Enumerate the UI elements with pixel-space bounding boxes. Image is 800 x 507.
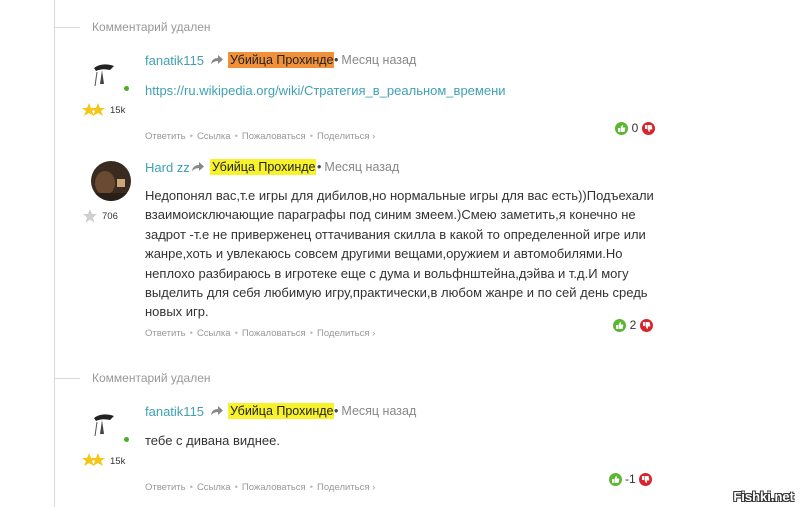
thumbs-up-icon — [612, 475, 620, 483]
thumbs-down-icon — [643, 321, 651, 329]
vote-widget: -1 — [609, 472, 652, 486]
thumbs-up-icon — [616, 321, 624, 329]
author-name[interactable]: Hard zz — [145, 160, 190, 175]
comment-line: взаимоисключающие параграфы под синим зм… — [145, 207, 636, 223]
link-button[interactable]: Ссылка — [197, 482, 231, 493]
thumbs-down-icon — [641, 475, 649, 483]
comment-link[interactable]: https://ru.wikipedia.org/wiki/Стратегия_… — [145, 83, 506, 98]
share-button[interactable]: Поделиться › — [317, 131, 375, 142]
rank-star-icon — [83, 209, 97, 223]
thumbs-down-icon — [645, 124, 653, 132]
comment-actions: Ответить • Ссылка • Пожаловаться • Поделиться … — [145, 482, 376, 493]
comment-body: тебе с дивана виднее. — [145, 433, 281, 448]
avatar[interactable] — [88, 58, 120, 90]
upvote-button[interactable] — [609, 472, 622, 486]
rank-stars-icon — [82, 453, 105, 466]
comment-time: • Месяц назад — [334, 53, 417, 67]
karma-count: 706 — [102, 211, 118, 222]
avatar-image — [91, 161, 131, 201]
karma-count: 15k — [110, 105, 126, 116]
deleted-comment-label: Комментарий удален — [92, 20, 211, 34]
reply-button[interactable]: Ответить — [145, 328, 186, 339]
vote-count: 0 — [631, 121, 639, 135]
thread-line — [54, 0, 55, 507]
share-button[interactable]: Поделиться › — [317, 482, 375, 493]
reply-button[interactable]: Ответить — [145, 482, 186, 493]
online-indicator — [124, 437, 129, 442]
deleted-comment-label: Комментарий удален — [92, 371, 211, 385]
comment-time: • Месяц назад — [317, 160, 400, 174]
site-watermark: Fishki.net — [733, 489, 794, 504]
comment-line: новых игр. — [145, 304, 209, 320]
author-name[interactable]: fanatik115 — [145, 53, 204, 68]
comment-line: выделить для себя любимую игру,практичес… — [145, 285, 648, 301]
karma-count: 15k — [110, 456, 126, 467]
reply-button[interactable]: Ответить — [145, 131, 186, 142]
avatar[interactable] — [88, 408, 120, 440]
reply-arrow-icon — [211, 406, 223, 415]
upvote-button[interactable] — [615, 121, 628, 135]
thread-branch — [54, 27, 80, 28]
report-button[interactable]: Пожаловаться — [242, 131, 306, 142]
report-button[interactable]: Пожаловаться — [242, 328, 306, 339]
downvote-button[interactable] — [640, 318, 653, 332]
comment-line: Недопонял вас,т.е игры для дибилов,но но… — [145, 188, 654, 203]
comment-actions: Ответить • Ссылка • Пожаловаться • Поделиться … — [145, 328, 376, 339]
downvote-button[interactable] — [642, 121, 655, 135]
comment-line: задрот -т.е не приверженец оттачивания с… — [145, 226, 646, 242]
comment-line: неплохо разбираюсь в игротеке еще с дума… — [145, 265, 629, 281]
link-button[interactable]: Ссылка — [197, 131, 231, 142]
comment-actions: Ответить • Ссылка • Пожаловаться • Поделиться … — [145, 131, 376, 142]
vote-count: -1 — [625, 472, 636, 486]
comment-time: • Месяц назад — [334, 404, 417, 418]
downvote-button[interactable] — [638, 472, 652, 486]
thumbs-up-icon — [618, 124, 626, 132]
reply-arrow-icon — [192, 162, 204, 171]
reply-target[interactable]: Убийца Прохиндея — [228, 52, 334, 68]
avatar[interactable] — [91, 161, 131, 201]
upvote-button[interactable] — [613, 318, 626, 332]
comment-line: жанре,хоть и увлекаюсь совсем другими ве… — [145, 246, 623, 262]
reply-target[interactable]: Убийца Прохиндея — [228, 403, 334, 419]
vote-count: 2 — [629, 318, 637, 332]
vote-widget: 2 — [613, 318, 653, 332]
reply-arrow-icon — [211, 55, 223, 64]
link-button[interactable]: Ссылка — [197, 328, 231, 339]
report-button[interactable]: Пожаловаться — [242, 482, 306, 493]
online-indicator — [124, 86, 129, 91]
reply-target[interactable]: Убийца Прохиндея — [210, 159, 316, 175]
author-name[interactable]: fanatik115 — [145, 404, 204, 419]
comment-body: Недопонял вас,т.е игры для дибилов,но но… — [145, 186, 665, 322]
share-button[interactable]: Поделиться › — [317, 328, 375, 339]
vote-widget: 0 — [615, 121, 655, 135]
thread-branch — [54, 378, 80, 379]
rank-stars-icon — [82, 103, 105, 116]
